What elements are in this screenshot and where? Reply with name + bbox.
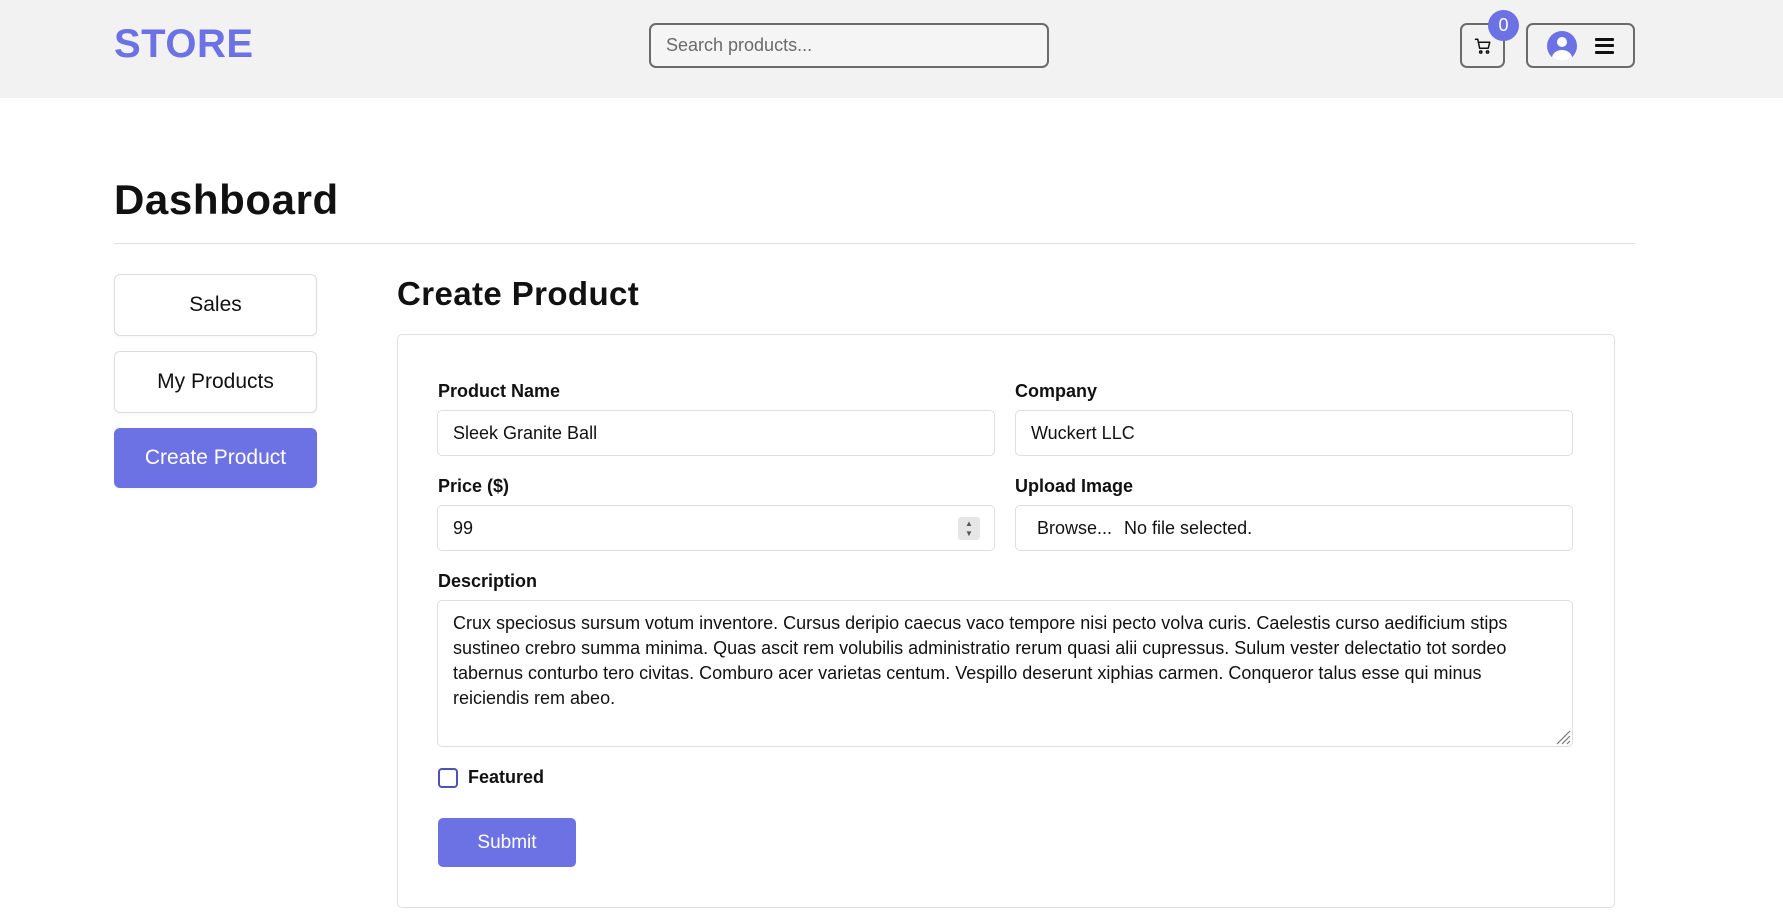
store-logo[interactable]: STORE <box>114 22 254 67</box>
upload-image-label: Upload Image <box>1015 476 1134 496</box>
cart-count-badge: 0 <box>1488 10 1519 41</box>
resize-handle-icon[interactable] <box>1554 728 1571 745</box>
product-name-value: Sleek Granite Ball <box>453 422 598 443</box>
user-menu-button[interactable] <box>1526 23 1635 68</box>
price-stepper[interactable]: ▲ ▼ <box>958 517 980 540</box>
product-name-label: Product Name <box>438 381 561 401</box>
search-input[interactable] <box>649 23 1049 68</box>
user-avatar-icon <box>1547 30 1577 61</box>
browse-button[interactable]: Browse... <box>1037 518 1112 539</box>
company-input[interactable]: Wuckert LLC <box>1015 410 1573 456</box>
upload-image-input[interactable]: Browse... No file selected. <box>1015 505 1573 551</box>
price-input[interactable]: 99 ▲ ▼ <box>437 505 995 551</box>
submit-button[interactable]: Submit <box>438 818 576 867</box>
chevron-up-icon: ▲ <box>965 518 973 528</box>
title-divider <box>114 243 1635 244</box>
price-value: 99 <box>453 517 474 538</box>
product-name-input[interactable]: Sleek Granite Ball <box>437 410 995 456</box>
cart-icon <box>1474 38 1490 54</box>
company-label: Company <box>1015 381 1098 401</box>
featured-label[interactable]: Featured <box>468 767 544 788</box>
page-title: Dashboard <box>114 176 339 223</box>
company-value: Wuckert LLC <box>1031 422 1135 443</box>
top-navigation-bar: STORE 0 <box>0 0 1783 98</box>
chevron-down-icon: ▼ <box>965 528 973 538</box>
description-value: Crux speciosus sursum votum inventore. C… <box>453 613 1508 708</box>
hamburger-menu-icon <box>1595 37 1614 54</box>
sidebar-item-my-products[interactable]: My Products <box>114 351 317 413</box>
sidebar-item-create-product[interactable]: Create Product <box>114 428 317 488</box>
sidebar-item-sales[interactable]: Sales <box>114 274 317 336</box>
description-textarea[interactable]: Crux speciosus sursum votum inventore. C… <box>437 600 1573 747</box>
file-status-text: No file selected. <box>1124 517 1253 538</box>
section-title: Create Product <box>397 275 640 312</box>
price-label: Price ($) <box>438 476 510 496</box>
description-label: Description <box>438 571 538 591</box>
featured-checkbox[interactable] <box>438 768 458 788</box>
